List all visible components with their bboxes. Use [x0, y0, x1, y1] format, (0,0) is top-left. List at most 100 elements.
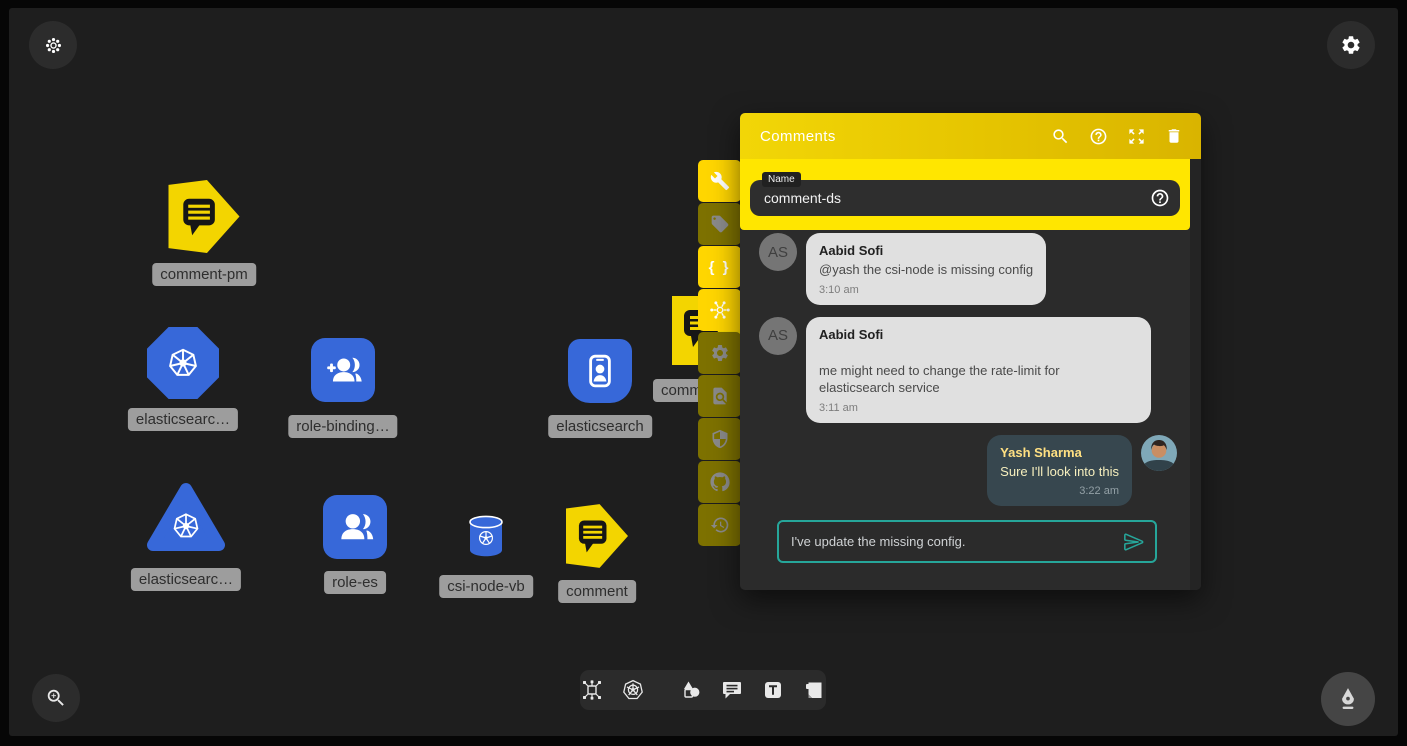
- node-label-elasticsearch-3: elasticsearc…: [131, 568, 241, 591]
- hub-icon: [709, 299, 731, 321]
- message-bubble: Aabid Sofi @yash the csi-node is missing…: [806, 233, 1046, 305]
- pen-nib-icon: [1335, 686, 1361, 712]
- node-comment-pm[interactable]: [168, 180, 240, 258]
- panel-delete-button[interactable]: [1165, 127, 1183, 145]
- comment-shape-icon: [566, 503, 628, 569]
- node-elasticsearch-triangle[interactable]: [146, 481, 226, 558]
- messages-list: AS Aabid Sofi @yash the csi-node is miss…: [740, 230, 1201, 590]
- node-elasticsearch-octagon[interactable]: [147, 327, 219, 399]
- settings-button[interactable]: [1327, 21, 1375, 69]
- tag-button[interactable]: [698, 203, 741, 245]
- comment-composer: [777, 520, 1157, 563]
- node-label-role-binding: role-binding…: [288, 415, 397, 438]
- github-button[interactable]: [698, 461, 741, 503]
- help-icon: [1089, 127, 1108, 146]
- node-label-role-es: role-es: [324, 571, 386, 594]
- role-icon: [332, 504, 378, 550]
- zoom-in-icon: [45, 687, 67, 709]
- kubernetes-wheel-icon: [165, 345, 201, 381]
- comment-input[interactable]: [779, 534, 1123, 549]
- message-time: 3:10 am: [819, 284, 1033, 296]
- node-label-elasticsearch-2: elasticsearch: [548, 415, 652, 438]
- node-label-csi-node-vb: csi-node-vb: [439, 575, 533, 598]
- shape-toolbar: [580, 670, 826, 710]
- kubernetes-hub-button[interactable]: [698, 289, 741, 331]
- security-shield-button[interactable]: [698, 418, 741, 460]
- message-author: Aabid Sofi: [819, 327, 1138, 342]
- kubernetes-wheel-icon: [621, 678, 645, 702]
- find-in-page-icon: [710, 386, 730, 406]
- pen-tool-button[interactable]: [1321, 672, 1375, 726]
- service-account-badge-icon: [575, 346, 625, 396]
- message-time: 3:22 am: [1000, 485, 1119, 497]
- text-icon: [761, 678, 785, 702]
- message-3: Yash Sharma Sure I'll look into this 3:2…: [759, 435, 1177, 507]
- components-tool-button[interactable]: [580, 678, 604, 702]
- settings-gear-button[interactable]: [698, 332, 741, 374]
- portrait-photo: [1141, 435, 1177, 471]
- node-label-elasticsearch-1: elasticsearc…: [128, 408, 238, 431]
- avatar-aabid: AS: [759, 233, 797, 271]
- role-binding-icon: [320, 347, 366, 393]
- panel-help-button[interactable]: [1089, 127, 1108, 146]
- inspect-document-button[interactable]: [698, 375, 741, 417]
- gear-icon: [1340, 34, 1362, 56]
- note-icon: [802, 678, 826, 702]
- expand-icon: [1127, 127, 1146, 146]
- components-icon: [580, 678, 604, 702]
- github-icon: [710, 472, 730, 492]
- name-help-button[interactable]: [1150, 188, 1170, 208]
- storage-cylinder-icon: [467, 514, 505, 558]
- node-action-toolbar: { }: [698, 160, 741, 547]
- message-author: Yash Sharma: [1000, 445, 1119, 460]
- history-button[interactable]: [698, 504, 741, 546]
- comment-tool-button[interactable]: [720, 678, 744, 702]
- kubernetes-wheel-icon: [170, 510, 202, 542]
- node-elasticsearch-serviceaccount[interactable]: [568, 339, 632, 403]
- message-time: 3:11 am: [819, 402, 1138, 414]
- kubernetes-tool-button[interactable]: [621, 678, 645, 702]
- braces-icon: { }: [709, 259, 731, 276]
- message-2: AS Aabid Sofi me might need to change th…: [759, 317, 1177, 423]
- tag-icon: [710, 214, 730, 234]
- message-text: Sure I'll look into this: [1000, 463, 1119, 481]
- help-icon: [1150, 188, 1170, 208]
- search-icon: [1051, 127, 1070, 146]
- json-config-button[interactable]: { }: [698, 246, 741, 288]
- message-text: me might need to change the rate-limit f…: [819, 362, 1138, 397]
- message-author: Aabid Sofi: [819, 243, 1033, 258]
- name-field-label: Name: [762, 172, 801, 187]
- message-bubble: Aabid Sofi me might need to change the r…: [806, 317, 1151, 423]
- shapes-icon: [679, 678, 703, 702]
- message-1: AS Aabid Sofi @yash the csi-node is miss…: [759, 233, 1177, 305]
- name-field-section: Name: [740, 159, 1190, 230]
- note-tool-button[interactable]: [802, 678, 826, 702]
- node-comment[interactable]: [566, 503, 628, 574]
- panel-expand-button[interactable]: [1127, 127, 1146, 146]
- comment-icon: [720, 678, 744, 702]
- comment-shape-icon: [168, 180, 240, 253]
- gear-icon: [710, 343, 730, 363]
- node-label-comment: comment: [558, 580, 636, 603]
- comments-panel-header[interactable]: Comments: [740, 113, 1201, 159]
- configure-wrench-button[interactable]: [698, 160, 741, 202]
- text-tool-button[interactable]: [761, 678, 785, 702]
- cluster-flower-icon: [44, 36, 63, 55]
- wrench-icon: [710, 171, 730, 191]
- shapes-tool-button[interactable]: [679, 678, 703, 702]
- shield-icon: [710, 429, 730, 449]
- panel-title: Comments: [760, 128, 836, 145]
- comments-panel: Comments: [740, 113, 1201, 590]
- node-role-binding[interactable]: [311, 338, 375, 402]
- panel-scrollbar[interactable]: [1190, 159, 1201, 590]
- name-input[interactable]: [750, 190, 1150, 206]
- message-bubble: Yash Sharma Sure I'll look into this 3:2…: [987, 435, 1132, 507]
- node-csi-node-vb[interactable]: [467, 514, 505, 563]
- trash-icon: [1165, 127, 1183, 145]
- send-button[interactable]: [1123, 531, 1145, 553]
- node-role-es[interactable]: [323, 495, 387, 559]
- zoom-in-button[interactable]: [32, 674, 80, 722]
- cluster-menu-button[interactable]: [29, 21, 77, 69]
- avatar-yash-photo: [1141, 435, 1177, 471]
- panel-search-button[interactable]: [1051, 127, 1070, 146]
